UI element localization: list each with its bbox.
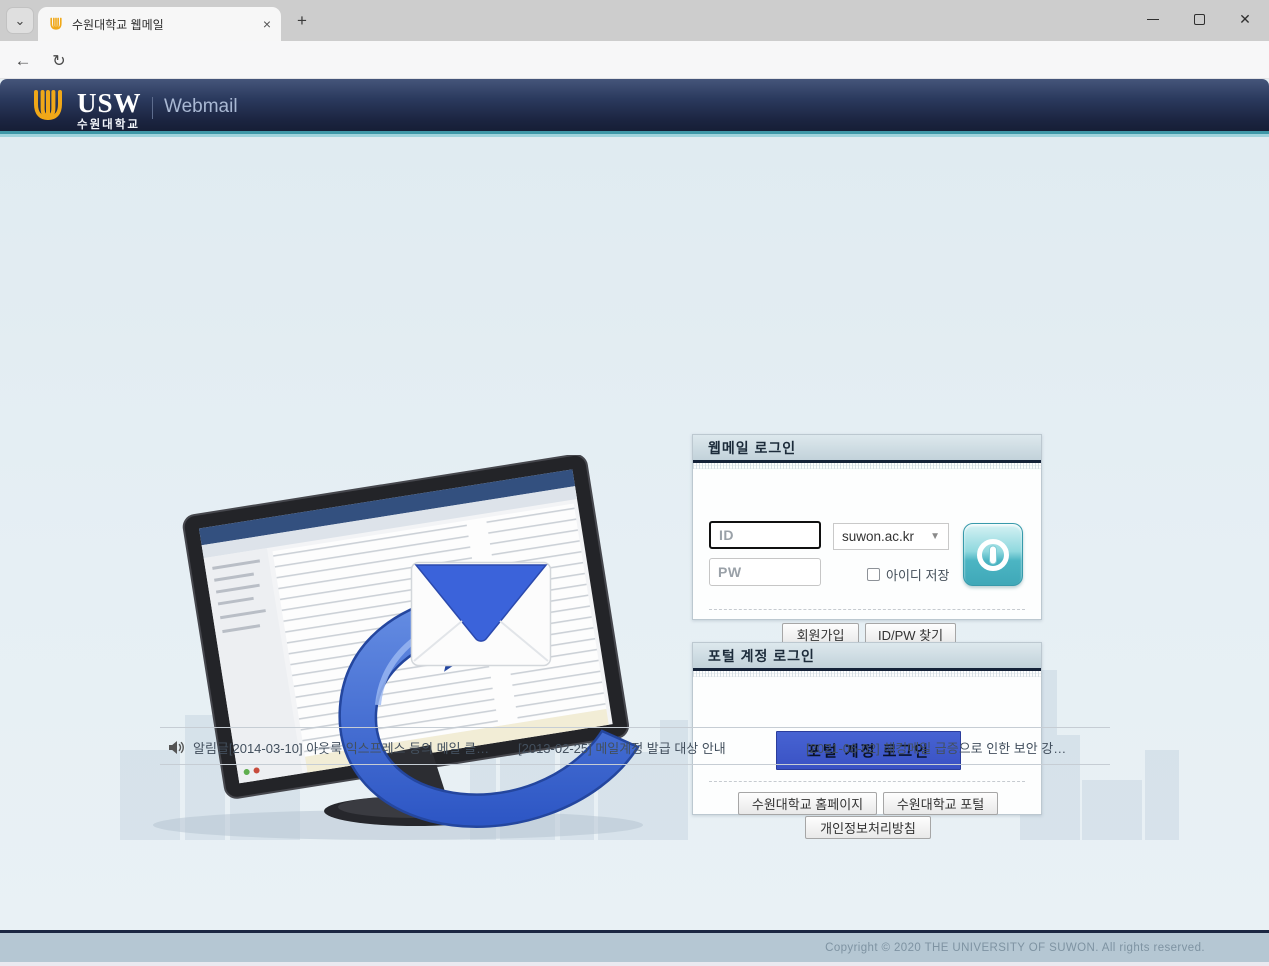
homepage-label: 수원대학교 홈페이지 bbox=[752, 794, 863, 813]
refresh-icon: ↻ bbox=[52, 51, 65, 71]
webmail-login-header: 웹메일 로그인 bbox=[693, 435, 1041, 463]
notice-text: 알림글[2014-03-10] 아웃룩 익스프레스 등의 메일 클… bbox=[193, 738, 489, 757]
logo-university-name: 수원대학교 bbox=[77, 120, 142, 132]
divider bbox=[709, 781, 1025, 782]
divider bbox=[709, 609, 1025, 610]
window-edge bbox=[0, 962, 1269, 966]
window-minimize-button[interactable] bbox=[1130, 0, 1176, 38]
window-maximize-button[interactable] bbox=[1176, 0, 1222, 38]
page-footer: Copyright © 2020 THE UNIVERSITY OF SUWON… bbox=[0, 933, 1269, 962]
notice-bar: 알림글[2014-03-10] 아웃룩 익스프레스 등의 메일 클… [2013… bbox=[160, 727, 1110, 765]
login-button[interactable] bbox=[963, 523, 1023, 586]
usw-favicon-icon bbox=[48, 16, 64, 32]
tab-close-icon[interactable]: × bbox=[263, 17, 271, 31]
logo-acronym: USW bbox=[77, 90, 142, 117]
save-id-checkbox[interactable] bbox=[867, 568, 880, 581]
browser-tab-bar: ⌄ 수원대학교 웹메일 × + ✕ bbox=[0, 0, 1269, 41]
domain-select[interactable]: suwon.ac.kr ▼ bbox=[833, 523, 949, 550]
refresh-button[interactable]: ↻ bbox=[46, 48, 72, 74]
close-icon: ✕ bbox=[1239, 11, 1251, 28]
portal-label: 수원대학교 포털 bbox=[897, 794, 984, 813]
browser-nav-bar: ← ↻ https://mail.suwon.ac.kr ☆ ••• 채팅 bbox=[0, 41, 1269, 79]
webmail-app-title: Webmail bbox=[164, 96, 238, 118]
panel-texture bbox=[693, 463, 1041, 469]
university-portal-button[interactable]: 수원대학교 포털 bbox=[883, 792, 998, 815]
chevron-down-icon: ⌄ bbox=[15, 13, 26, 29]
university-homepage-button[interactable]: 수원대학교 홈페이지 bbox=[738, 792, 877, 815]
webmail-login-panel: 웹메일 로그인 suwon.ac.kr ▼ 아이디 저장 bbox=[692, 434, 1042, 620]
notice-text: [2013-02-25] 메일계정 발급 대상 안내 bbox=[518, 738, 726, 757]
notice-item[interactable]: [2013-02-25] 메일계정 발급 대상 안내 bbox=[518, 728, 726, 766]
notice-item[interactable]: 알림글[2014-03-10] 아웃룩 익스프레스 등의 메일 클… bbox=[168, 728, 489, 766]
password-input[interactable] bbox=[709, 558, 821, 586]
back-button[interactable]: ← bbox=[10, 48, 36, 74]
header-divider bbox=[152, 97, 153, 119]
power-icon bbox=[973, 535, 1013, 575]
minimize-icon bbox=[1147, 19, 1159, 20]
usw-logo[interactable]: USW 수원대학교 bbox=[28, 85, 142, 132]
window-close-button[interactable]: ✕ bbox=[1222, 0, 1268, 38]
new-tab-button[interactable]: + bbox=[290, 9, 314, 33]
webmail-login-title: 웹메일 로그인 bbox=[708, 438, 796, 458]
maximize-icon bbox=[1194, 14, 1205, 25]
tab-title: 수원대학교 웹메일 bbox=[72, 16, 255, 33]
notice-text: [2021-06-02] 해킹메일 급증으로 인한 보안 강… bbox=[806, 738, 1066, 757]
chevron-down-icon: ▼ bbox=[930, 531, 940, 542]
webmail-illustration bbox=[78, 455, 708, 850]
browser-tab[interactable]: 수원대학교 웹메일 × bbox=[38, 7, 281, 41]
portal-login-title: 포털 계정 로그인 bbox=[708, 646, 815, 666]
site-header: USW 수원대학교 Webmail bbox=[0, 79, 1269, 134]
id-input[interactable] bbox=[709, 521, 821, 549]
notice-item[interactable]: [2021-06-02] 해킹메일 급증으로 인한 보안 강… bbox=[806, 728, 1066, 766]
envelope-icon bbox=[410, 561, 552, 667]
panel-texture bbox=[693, 671, 1041, 677]
speaker-icon bbox=[168, 740, 185, 755]
domain-value: suwon.ac.kr bbox=[842, 529, 914, 544]
save-id-label: 아이디 저장 bbox=[886, 565, 949, 584]
copyright-text: Copyright © 2020 THE UNIVERSITY OF SUWON… bbox=[825, 942, 1205, 954]
tab-search-button[interactable]: ⌄ bbox=[6, 7, 34, 34]
privacy-label: 개인정보처리방침 bbox=[820, 818, 916, 837]
page-main: 웹메일 로그인 suwon.ac.kr ▼ 아이디 저장 bbox=[0, 137, 1269, 930]
plus-icon: + bbox=[297, 11, 307, 31]
browser-window: ⌄ 수원대학교 웹메일 × + ✕ ← bbox=[0, 0, 1269, 966]
usw-emblem-icon bbox=[28, 85, 68, 127]
back-arrow-icon: ← bbox=[15, 51, 32, 71]
portal-login-header: 포털 계정 로그인 bbox=[693, 643, 1041, 671]
privacy-policy-button[interactable]: 개인정보처리방침 bbox=[805, 816, 931, 839]
